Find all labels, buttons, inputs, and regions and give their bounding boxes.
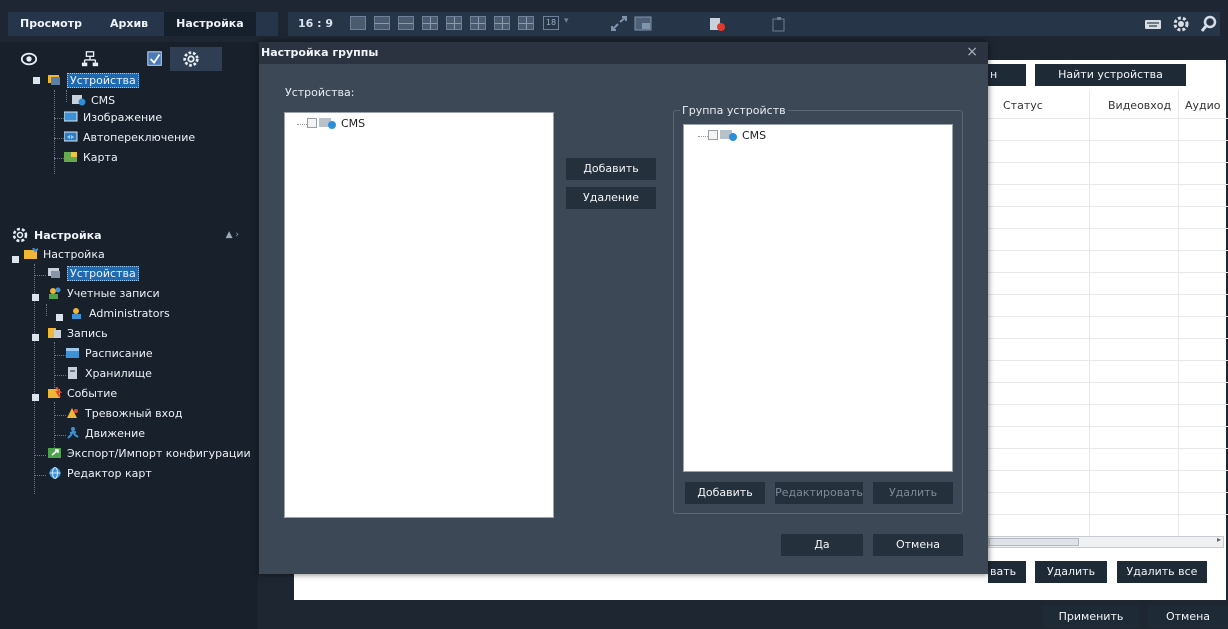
- tree-item-record[interactable]: Запись: [48, 325, 108, 343]
- delete-button[interactable]: Удалить: [1035, 561, 1107, 583]
- dvr-icon: [319, 118, 336, 129]
- checkbox[interactable]: [307, 118, 317, 128]
- users-icon: [49, 287, 61, 299]
- tree-item-alarm-input[interactable]: Тревожный вход: [66, 405, 182, 423]
- tree-item-event[interactable]: Событие: [48, 385, 117, 403]
- find-devices-button[interactable]: Найти устройства: [1035, 64, 1186, 86]
- ok-button[interactable]: Да: [781, 534, 863, 556]
- horizontal-scrollbar[interactable]: ▸: [988, 535, 1224, 548]
- left-panel: Устройства CMS Изображение Автопереключе…: [0, 42, 257, 629]
- layout-9-icon[interactable]: [494, 16, 510, 30]
- folder-icon: [24, 248, 38, 259]
- aspect-ratio-button[interactable]: 16 : 9: [298, 12, 333, 36]
- layout-6-icon[interactable]: [446, 16, 462, 30]
- dialog-title: Настройка группы: [261, 46, 379, 59]
- snapshot-icon[interactable]: [770, 16, 788, 32]
- tree-item-administrators[interactable]: Administrators: [70, 305, 170, 323]
- collapse-icon[interactable]: [32, 334, 39, 341]
- tab-settings[interactable]: Настройка: [164, 12, 256, 36]
- top-bar: Просмотр Архив Настройка 16 : 9 18 ▾: [0, 0, 1228, 42]
- event-icon: [48, 387, 62, 398]
- record-icon: [48, 328, 61, 338]
- dialog-title-bar[interactable]: Настройка группы ×: [259, 42, 988, 64]
- tree-item-map-editor[interactable]: Редактор карт: [48, 465, 152, 483]
- keyboard-icon[interactable]: [1144, 15, 1162, 33]
- group-settings-dialog: Настройка группы × Устройства: CMS Добав…: [259, 42, 988, 574]
- partial-button[interactable]: н: [988, 64, 1026, 86]
- calendar-icon: [66, 348, 79, 358]
- layout-3-icon[interactable]: [398, 16, 414, 30]
- remove-button[interactable]: Удаление: [566, 187, 656, 209]
- layout-4-icon[interactable]: [422, 16, 438, 30]
- layout-count-select[interactable]: 18: [543, 16, 559, 30]
- alarm-icon: [67, 408, 78, 418]
- add-button[interactable]: Добавить: [566, 158, 656, 180]
- column-divider: [1178, 90, 1179, 540]
- tree-item-settings-root[interactable]: Настройка: [24, 246, 105, 264]
- settings-tree: Настройка Устройства Учетные записи Admi…: [0, 42, 257, 629]
- tree-item-schedule[interactable]: Расписание: [66, 345, 153, 363]
- dialog-cancel-button[interactable]: Отмена: [873, 534, 963, 556]
- collapse-icon[interactable]: [12, 256, 19, 263]
- tree-item-storage[interactable]: Хранилище: [66, 365, 152, 383]
- group-devices-list[interactable]: CMS: [683, 124, 953, 472]
- motion-icon: [67, 427, 79, 439]
- tab-archive[interactable]: Архив: [94, 12, 164, 36]
- group-delete-button[interactable]: Удалить: [873, 482, 953, 504]
- devices-label: Устройства:: [285, 86, 355, 99]
- collapse-icon[interactable]: [32, 394, 39, 401]
- fullscreen-icon[interactable]: [610, 16, 628, 32]
- tree-item-export-import[interactable]: Экспорт/Импорт конфигурации: [48, 445, 251, 463]
- layout-1-icon[interactable]: [350, 16, 366, 30]
- tree-item-accounts[interactable]: Учетные записи: [48, 285, 160, 303]
- edit-button-partial[interactable]: вать: [988, 561, 1026, 583]
- cancel-button[interactable]: Отмена: [1148, 606, 1228, 628]
- layout-toolbar: 16 : 9 18 ▾: [288, 12, 1220, 36]
- layout-16-icon[interactable]: [518, 16, 534, 30]
- chevron-right-icon[interactable]: ▸: [1217, 535, 1221, 544]
- tree-item-motion[interactable]: Движение: [66, 425, 145, 443]
- column-header-audio[interactable]: Аудио: [1185, 99, 1221, 112]
- export-icon: [48, 448, 61, 458]
- collapse-icon[interactable]: [32, 294, 39, 301]
- storage-icon: [68, 367, 77, 379]
- close-icon[interactable]: ×: [966, 44, 978, 60]
- device-group-label: Группа устройств: [680, 104, 788, 117]
- column-header-video-input[interactable]: Видеовход: [1108, 99, 1171, 112]
- devices-icon: [48, 268, 60, 278]
- apply-button[interactable]: Применить: [1043, 606, 1139, 628]
- dvr-icon: [720, 130, 737, 141]
- checkbox[interactable]: [708, 130, 718, 140]
- layout-2-icon[interactable]: [374, 16, 390, 30]
- gear-icon[interactable]: [1172, 15, 1190, 33]
- delete-all-button[interactable]: Удалить все: [1117, 561, 1207, 583]
- scroll-thumb[interactable]: [989, 538, 1079, 546]
- group-add-button[interactable]: Добавить: [685, 482, 765, 504]
- window-icon[interactable]: [634, 16, 652, 32]
- column-header-status[interactable]: Статус: [1003, 99, 1043, 112]
- available-devices-list[interactable]: CMS: [284, 112, 554, 518]
- expand-icon[interactable]: [56, 314, 63, 321]
- group-edit-button[interactable]: Редактировать: [775, 482, 863, 504]
- user-icon: [72, 308, 81, 319]
- tree-item-settings-devices[interactable]: Устройства: [48, 265, 139, 283]
- record-icon[interactable]: [708, 16, 726, 32]
- search-icon[interactable]: [1200, 15, 1218, 33]
- chevron-down-icon[interactable]: ▾: [564, 16, 569, 26]
- tab-view[interactable]: Просмотр: [8, 12, 94, 36]
- list-item-cms[interactable]: CMS: [708, 129, 766, 143]
- main-tabs: Просмотр Архив Настройка: [8, 12, 278, 36]
- layout-8-icon[interactable]: [470, 16, 486, 30]
- globe-icon: [49, 467, 61, 479]
- column-divider: [1089, 90, 1090, 540]
- list-item-cms[interactable]: CMS: [307, 117, 365, 131]
